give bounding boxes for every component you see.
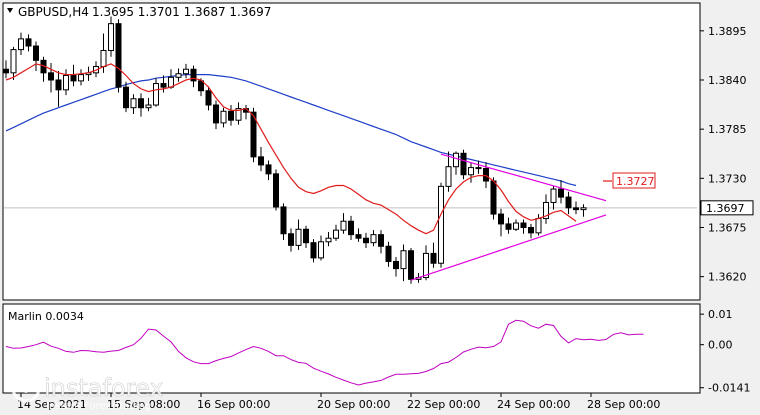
candle-body: [333, 229, 339, 239]
candle-body: [400, 250, 407, 270]
candle-body: [280, 206, 287, 235]
candle: [408, 248, 414, 284]
candle-body: [18, 38, 24, 51]
price-tick-label: 1.3730: [708, 172, 747, 185]
price-panel[interactable]: [2, 2, 701, 301]
indicator-label: Marlin 0.0034: [8, 310, 84, 323]
candle-body: [70, 75, 77, 82]
candle-body: [528, 226, 534, 234]
candle-body: [378, 234, 384, 247]
candle-body: [33, 45, 39, 61]
candle-body: [153, 83, 159, 106]
candle-body: [370, 234, 377, 244]
candle-body: [78, 74, 84, 82]
candle-body: [303, 228, 309, 244]
candle-body: [100, 49, 107, 68]
candle-body: [423, 252, 429, 279]
candle-body: [228, 110, 234, 121]
candle-body: [145, 104, 152, 109]
candle-body: [205, 90, 212, 106]
candle-body: [138, 98, 144, 109]
candle-body: [505, 223, 512, 230]
candle-body: [310, 242, 317, 259]
candle-body: [513, 222, 519, 230]
watermark-brand: instaforex: [44, 374, 164, 402]
chart-window: 1.3727 1.3895 1.3840 1.3785 1.3730 1.3675 1.3…: [0, 0, 760, 415]
candle-body: [408, 250, 414, 280]
candle-body: [3, 68, 9, 74]
candle-body: [10, 49, 17, 74]
candle-body: [475, 167, 482, 170]
candle-body: [130, 98, 137, 109]
candle-body: [550, 188, 557, 203]
symbol-timeframe: GBPUSD,H4: [18, 5, 89, 19]
candle-body: [175, 73, 182, 78]
time-tick-label: 28 Sep 00:00: [587, 398, 660, 411]
candle-body: [183, 68, 189, 75]
ohlc-values: 1.3695 1.3701 1.3687 1.3697: [92, 5, 271, 19]
time-tick-label: 16 Sep 00:00: [197, 398, 270, 411]
candle-body: [565, 196, 572, 209]
indicator-tick-label: -0.0141: [708, 382, 750, 395]
candle-body: [453, 152, 459, 168]
candle-body: [483, 167, 489, 182]
candle-body: [468, 167, 474, 176]
indicator-tick-label: 0.00: [708, 339, 733, 352]
candle-body: [160, 83, 167, 88]
candle-body: [355, 234, 362, 239]
candle: [438, 182, 444, 268]
candle-body: [325, 237, 332, 243]
candle-body: [498, 213, 504, 225]
candle-body: [393, 260, 399, 270]
candle-body: [535, 218, 542, 234]
candle-body: [25, 38, 32, 47]
indicator-tick-label: 0.01: [708, 308, 733, 321]
candle-body: [558, 188, 564, 198]
price-tick-label: 1.3620: [708, 271, 747, 284]
time-tick-label: 22 Sep 00:00: [407, 398, 480, 411]
candle-body: [363, 237, 369, 244]
candle-body: [220, 110, 227, 124]
price-tick-label: 1.3675: [708, 221, 747, 234]
candle-body: [213, 104, 219, 124]
candle-body: [55, 79, 62, 91]
current-price-label: 1.3697: [706, 202, 745, 215]
candle: [273, 169, 279, 211]
candle-body: [123, 86, 129, 109]
candle-body: [580, 207, 587, 211]
candle-body: [48, 72, 54, 81]
time-tick-label: 20 Sep 00:00: [317, 398, 390, 411]
candle-body: [573, 207, 579, 211]
candle-body: [438, 185, 444, 264]
resistance-label: 1.3727: [616, 175, 655, 188]
candle: [115, 19, 122, 93]
candle-body: [520, 222, 527, 228]
candle-body: [340, 220, 347, 231]
price-tick-label: 1.3895: [708, 25, 747, 38]
candle-body: [348, 220, 354, 236]
candle-body: [460, 152, 467, 176]
watermark-tagline: Instant Forex Trading: [46, 401, 151, 412]
candle-body: [430, 252, 437, 264]
candle-body: [385, 245, 392, 262]
price-tick-label: 1.3840: [708, 74, 747, 87]
candle-body: [295, 228, 302, 246]
candle-body: [273, 173, 279, 208]
candle-body: [445, 166, 452, 187]
time-tick-label: 24 Sep 00:00: [497, 398, 570, 411]
candle-body: [115, 23, 122, 88]
candle-body: [63, 75, 69, 91]
candle-body: [318, 241, 324, 259]
candle-body: [288, 233, 294, 246]
candle-body: [490, 180, 497, 215]
candle-body: [258, 156, 264, 166]
candle-body: [265, 164, 272, 175]
candle-body: [108, 23, 114, 51]
price-tick-label: 1.3785: [708, 123, 747, 136]
candle: [460, 149, 467, 180]
